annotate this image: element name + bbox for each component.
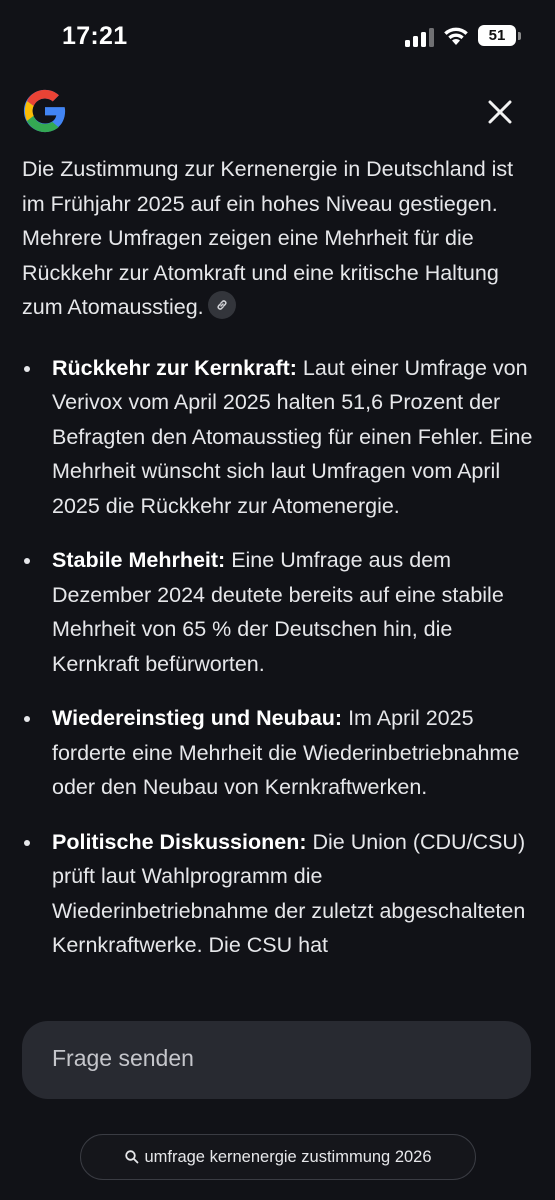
bullet-title: Rückkehr zur Kernkraft: — [52, 355, 297, 380]
cellular-signal-icon — [405, 27, 435, 47]
ask-input[interactable]: Frage senden — [22, 1021, 531, 1099]
source-link-button[interactable] — [207, 291, 236, 320]
close-button[interactable] — [478, 90, 522, 134]
google-g-icon — [23, 89, 66, 133]
link-icon — [217, 300, 227, 311]
screen: 17:21 51 Die Zustimmung zur Kernenergie … — [0, 0, 555, 1200]
search-query-chip[interactable]: umfrage kernenergie zustimmung 2026 — [80, 1134, 476, 1180]
ask-input-placeholder: Frage senden — [52, 1045, 194, 1071]
battery-indicator: 51 — [478, 25, 516, 46]
ai-answer: Die Zustimmung zur Kernenergie in Deutsc… — [22, 152, 534, 1007]
answer-intro-text: Die Zustimmung zur Kernenergie in Deutsc… — [22, 157, 514, 319]
list-item: Wiedereinstieg und Neubau: Im April 2025… — [22, 701, 534, 805]
search-query-text: umfrage kernenergie zustimmung 2026 — [144, 1147, 432, 1166]
bullet-title: Wiedereinstieg und Neubau: — [52, 706, 343, 730]
status-time: 17:21 — [62, 22, 128, 50]
close-icon — [488, 100, 512, 124]
answer-bullet-list: Rückkehr zur Kernkraft: Laut einer Umfra… — [22, 351, 534, 963]
wifi-icon — [444, 27, 468, 45]
battery-tip — [518, 32, 521, 40]
list-item: Stabile Mehrheit: Eine Umfrage aus dem D… — [22, 543, 534, 681]
bullet-title: Politische Diskussionen: — [52, 829, 307, 854]
list-item: Rückkehr zur Kernkraft: Laut einer Umfra… — [22, 351, 534, 524]
list-item: Politische Diskussionen: Die Union (CDU/… — [22, 825, 534, 963]
answer-intro: Die Zustimmung zur Kernenergie in Deutsc… — [22, 152, 534, 325]
status-bar: 17:21 51 — [0, 0, 555, 72]
bullet-title: Stabile Mehrheit: — [52, 548, 226, 572]
search-icon — [125, 1150, 139, 1164]
